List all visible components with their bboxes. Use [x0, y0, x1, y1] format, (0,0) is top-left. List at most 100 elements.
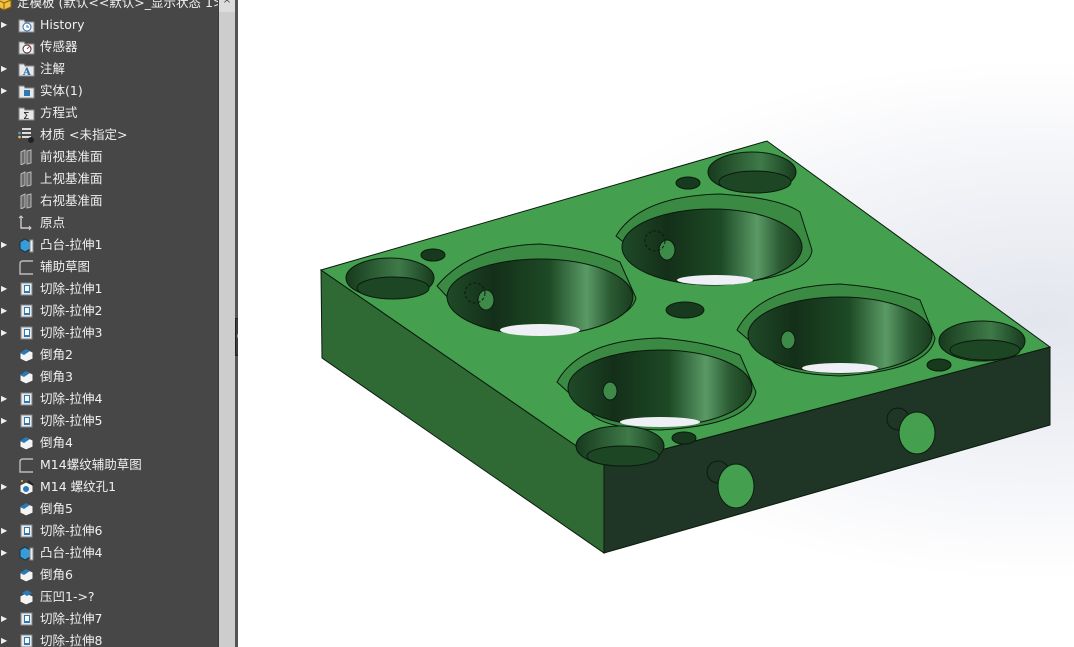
tree-item-label: 切除-拉伸4 — [40, 391, 103, 406]
tree-item[interactable]: ▶ A 注解 — [0, 58, 218, 80]
expand-arrow-icon[interactable]: ▶ — [1, 476, 9, 498]
boss-extrude-icon — [18, 545, 35, 561]
tree-item-label: 切除-拉伸5 — [40, 413, 103, 428]
graphics-area[interactable] — [238, 0, 1074, 647]
tree-item[interactable]: 材质 <未指定> — [0, 124, 218, 146]
tree-item[interactable]: ▶ 切除-拉伸3 — [0, 322, 218, 344]
plane-icon — [18, 193, 35, 209]
part-icon — [0, 0, 13, 11]
tree-item[interactable]: 原点 — [0, 212, 218, 234]
origin-icon — [18, 215, 35, 231]
tree-item[interactable]: 倒角6 — [0, 564, 218, 586]
tree-item[interactable]: ▶ 实体(1) — [0, 80, 218, 102]
tree-item-label: 切除-拉伸2 — [40, 303, 103, 318]
small-hole — [671, 431, 697, 445]
plane-icon — [18, 171, 35, 187]
chamfer-icon — [18, 501, 35, 517]
tree-item-label: M14 螺纹孔1 — [40, 479, 117, 494]
expand-arrow-icon[interactable]: ▶ — [1, 388, 9, 410]
tree-item[interactable]: ▶ 切除-拉伸4 — [0, 388, 218, 410]
tree-item[interactable]: 右视基准面 — [0, 190, 218, 212]
expand-arrow-icon[interactable]: ▶ — [1, 14, 9, 36]
scroll-up-arrow[interactable]: ^ — [219, 0, 235, 12]
expand-arrow-icon[interactable]: ▶ — [1, 322, 9, 344]
expand-arrow-icon[interactable]: ▶ — [1, 542, 9, 564]
small-hole — [665, 301, 705, 319]
plane-icon — [18, 149, 35, 165]
expand-arrow-icon[interactable]: ▶ — [1, 630, 9, 647]
tree-item[interactable]: M14螺纹辅助草图 — [0, 454, 218, 476]
tree-item[interactable]: 前视基准面 — [0, 146, 218, 168]
counterbore-bottom — [575, 425, 665, 467]
tree-item[interactable]: ▶ 凸台-拉伸4 — [0, 542, 218, 564]
cut-extrude-icon — [18, 413, 35, 429]
sketch-icon — [18, 259, 35, 275]
equations-folder-icon: Σ — [18, 105, 35, 121]
expand-arrow-icon[interactable]: ▶ — [1, 300, 9, 322]
tree-item-label: 切除-拉伸8 — [40, 633, 103, 647]
tree-scrollbar[interactable]: ^ — [218, 0, 235, 647]
tree-item[interactable]: ▶ 切除-拉伸8 — [0, 630, 218, 647]
tree-item-label: 凸台-拉伸1 — [40, 237, 103, 252]
tree-item-label: 倒角3 — [40, 369, 73, 384]
tree-item-label: M14螺纹辅助草图 — [40, 457, 142, 472]
chamfer-icon — [18, 347, 35, 363]
tree-item[interactable]: 倒角5 — [0, 498, 218, 520]
counterbore-right — [938, 320, 1026, 362]
tree-item[interactable]: 压凹1->? — [0, 586, 218, 608]
svg-text:A: A — [22, 67, 31, 77]
tree-item-label: 右视基准面 — [40, 193, 103, 208]
cut-extrude-icon — [18, 611, 35, 627]
tree-item-label: 倒角4 — [40, 435, 73, 450]
small-hole — [926, 358, 952, 372]
tree-item-label: 切除-拉伸6 — [40, 523, 103, 538]
tree-item-label: 倒角6 — [40, 567, 73, 582]
expand-arrow-icon[interactable]: ▶ — [1, 58, 9, 80]
sensor-folder-icon — [18, 39, 35, 55]
tree-item-label: 注解 — [40, 61, 66, 76]
tree-item[interactable]: 倒角2 — [0, 344, 218, 366]
expand-arrow-icon[interactable]: ▶ — [1, 278, 9, 300]
tree-item[interactable]: ▶ 切除-拉伸5 — [0, 410, 218, 432]
tree-item[interactable]: 上视基准面 — [0, 168, 218, 190]
expand-arrow-icon[interactable]: ▶ — [1, 410, 9, 432]
tree-item[interactable]: 倒角3 — [0, 366, 218, 388]
tree-item-label: 辅助草图 — [40, 259, 91, 274]
tree-root-label: 定模板 (默认<<默认>_显示状态 1>) — [17, 0, 218, 10]
annotation-folder-icon: A — [18, 61, 35, 77]
tree-item-label: 原点 — [40, 215, 66, 230]
tree-item[interactable]: ▶ M14 螺纹孔1 — [0, 476, 218, 498]
tree-item[interactable]: ▶ 切除-拉伸7 — [0, 608, 218, 630]
part-model[interactable] — [238, 0, 1074, 647]
tree-item-label: 切除-拉伸7 — [40, 611, 103, 626]
tree-root-part[interactable]: 定模板 (默认<<默认>_显示状态 1>) — [0, 0, 218, 14]
svg-text:Σ: Σ — [23, 111, 29, 121]
material-icon — [18, 127, 35, 143]
tree-item-label: 传感器 — [40, 39, 78, 54]
expand-arrow-icon[interactable]: ▶ — [1, 234, 9, 256]
tree-item-label: 上视基准面 — [40, 171, 103, 186]
expand-arrow-icon[interactable]: ▶ — [1, 80, 9, 102]
tree-item[interactable]: Σ 方程式 — [0, 102, 218, 124]
tree-item[interactable]: ▶ 凸台-拉伸1 — [0, 234, 218, 256]
tree-item-label: 切除-拉伸1 — [40, 281, 103, 296]
tree-item[interactable]: 传感器 — [0, 36, 218, 58]
tree-item[interactable]: ▶ 切除-拉伸1 — [0, 278, 218, 300]
tree-item-label: History — [40, 17, 85, 32]
expand-arrow-icon[interactable]: ▶ — [1, 608, 9, 630]
tree-item-label: 前视基准面 — [40, 149, 103, 164]
tree-item[interactable]: ▶ 切除-拉伸6 — [0, 520, 218, 542]
tree-item[interactable]: ▶ History — [0, 14, 218, 36]
tree-item[interactable]: ▶ 切除-拉伸2 — [0, 300, 218, 322]
tree-item-label: 实体(1) — [40, 83, 83, 98]
expand-arrow-icon[interactable]: ▶ — [1, 520, 9, 542]
chamfer-icon — [18, 567, 35, 583]
cut-extrude-icon — [18, 633, 35, 647]
tree-item-label: 倒角2 — [40, 347, 73, 362]
cut-extrude-icon — [18, 523, 35, 539]
tree-item[interactable]: 倒角4 — [0, 432, 218, 454]
indent-icon — [18, 589, 35, 605]
tree-item-label: 方程式 — [40, 105, 78, 120]
tree-item[interactable]: 辅助草图 — [0, 256, 218, 278]
small-hole — [675, 176, 701, 190]
